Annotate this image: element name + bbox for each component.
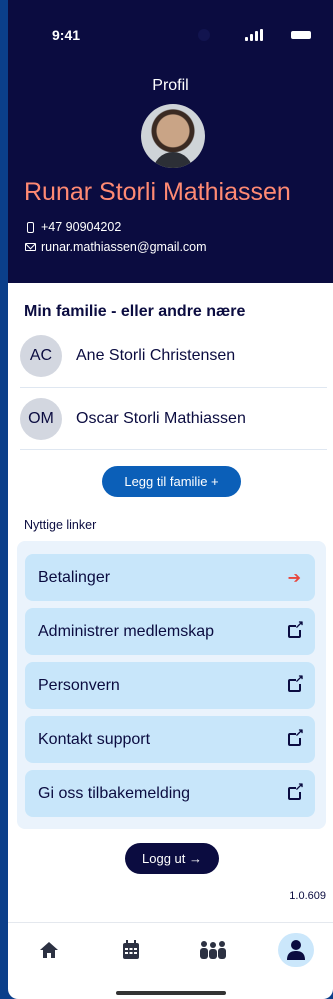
home-indicator [116,991,226,995]
phone-number: +47 90904202 [41,220,122,234]
camera-dot [198,29,210,41]
mail-icon [24,243,36,251]
app-version: 1.0.609 [289,890,326,902]
link-label: Administrer medlemskap [38,622,215,640]
link-kontakt-support[interactable]: Kontakt support [25,716,315,763]
member-initials: OM [20,398,62,440]
links-section-label: Nyttige linker [24,518,97,532]
profile-screen: 9:41 Profil Runar Storli Mathiassen +47 … [8,0,333,999]
link-label: Kontakt support [38,730,151,748]
arrow-right-icon: ➔ [287,569,301,587]
status-time: 9:41 [52,27,81,43]
profile-name: Runar Storli Mathiassen [24,178,291,206]
phone-icon [26,221,34,233]
email-row: runar.mathiassen@gmail.com [24,240,207,254]
tab-home[interactable] [31,933,67,967]
external-link-icon [288,782,304,800]
link-label: Betalinger [38,568,111,586]
calendar-icon [123,940,139,959]
home-icon [40,942,58,958]
tab-profile[interactable] [278,933,314,967]
member-initials: AC [20,335,62,377]
profile-header: 9:41 Profil Runar Storli Mathiassen +47 … [8,0,333,283]
external-link-icon [288,620,304,638]
tab-family[interactable] [195,933,231,967]
person-icon [287,940,305,960]
external-link-icon [288,728,304,746]
avatar[interactable] [141,104,205,168]
divider [20,449,327,450]
signal-icon [245,29,263,41]
external-link-icon [288,674,304,692]
tab-calendar[interactable] [113,933,149,967]
tabbar-divider [8,922,333,923]
divider [20,387,327,388]
phone-row: +47 90904202 [24,220,121,234]
family-member[interactable]: AC Ane Storli Christensen [20,333,327,379]
link-betalinger[interactable]: Betalinger ➔ [25,554,315,601]
add-family-button[interactable]: Legg til familie + [102,466,241,497]
link-personvern[interactable]: Personvern [25,662,315,709]
link-label: Personvern [38,676,120,694]
member-name: Oscar Storli Mathiassen [76,410,246,427]
group-icon [200,941,226,959]
email-address: runar.mathiassen@gmail.com [41,240,207,254]
link-label: Gi oss tilbakemelding [38,784,191,802]
logout-button[interactable]: Logg ut → [125,843,219,874]
link-tilbakemelding[interactable]: Gi oss tilbakemelding [25,770,315,817]
page-title: Profil [152,77,189,94]
link-administrer-medlemskap[interactable]: Administrer medlemskap [25,608,315,655]
family-member[interactable]: OM Oscar Storli Mathiassen [20,396,327,442]
battery-icon [291,31,311,39]
family-section-title: Min familie - eller andre nære [24,303,246,320]
member-name: Ane Storli Christensen [76,347,236,364]
